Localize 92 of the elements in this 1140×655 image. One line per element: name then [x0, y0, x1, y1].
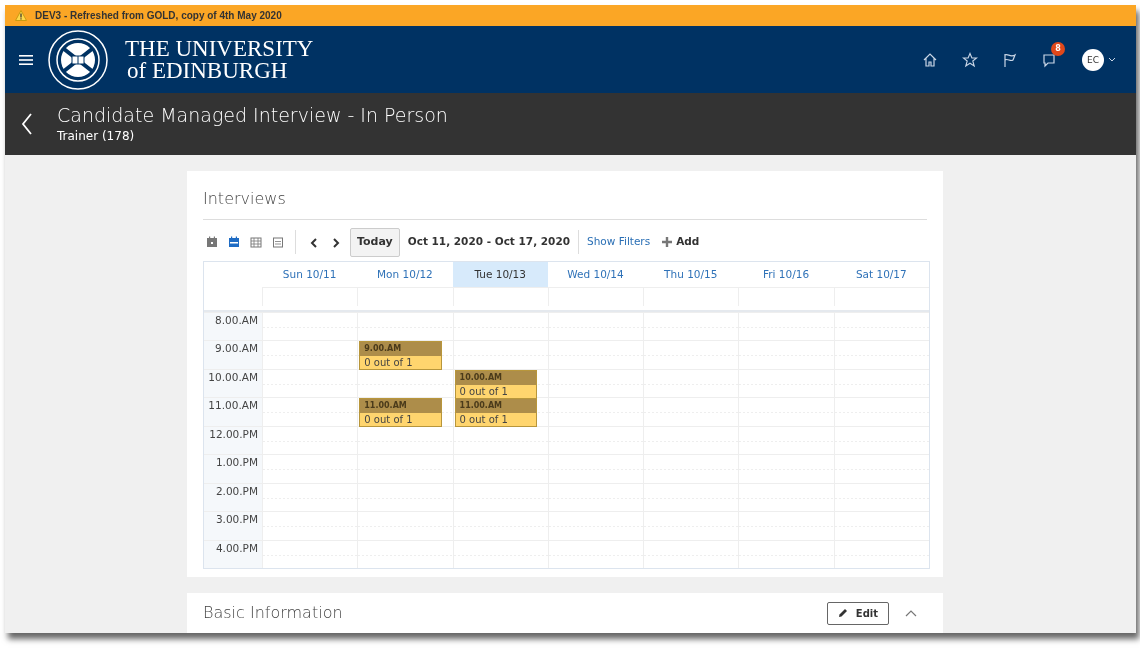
calendar-cell[interactable]: 9.00.AM 0 out of 1: [357, 340, 453, 369]
slot-capacity: 0 out of 1: [455, 413, 536, 426]
calendar-cell[interactable]: [262, 340, 358, 369]
calendar-cell[interactable]: [643, 311, 739, 340]
calendar-cell[interactable]: [738, 539, 834, 568]
day-header[interactable]: Mon 10/12: [357, 261, 453, 287]
show-filters-link[interactable]: Show Filters: [587, 234, 651, 251]
calendar-cell[interactable]: [357, 368, 453, 397]
menu-icon[interactable]: [19, 53, 33, 66]
flag-icon[interactable]: [1002, 51, 1018, 68]
slot-time: 11.00.AM: [455, 399, 536, 413]
calendar-icon: [250, 236, 262, 249]
list-icon: [272, 236, 284, 249]
day-header[interactable]: Wed 10/14: [547, 261, 644, 287]
slot-time: 11.00.AM: [360, 399, 441, 413]
time-label: 11.00.AM: [204, 397, 262, 426]
calendar-cell[interactable]: [452, 340, 548, 369]
notification-badge: 8: [1051, 41, 1065, 56]
calendar-cell[interactable]: [738, 311, 834, 340]
time-label: 1.00.PM: [204, 454, 262, 483]
calendar-cell[interactable]: 11.00.AM 0 out of 1: [357, 397, 453, 426]
interview-slot[interactable]: 11.00.AM 0 out of 1: [454, 398, 537, 427]
calendar-cell[interactable]: [452, 539, 548, 568]
calendar-cell[interactable]: [833, 454, 929, 483]
warning-icon: [15, 10, 27, 22]
chevron-up-icon[interactable]: [905, 609, 917, 617]
calendar-cell[interactable]: [357, 539, 453, 568]
calendar-cell[interactable]: [262, 539, 358, 568]
chat-icon[interactable]: [1042, 52, 1058, 69]
calendar-cell[interactable]: [357, 425, 453, 454]
calendar-icon: [228, 236, 240, 249]
calendar-cell[interactable]: [833, 511, 929, 540]
caret-icon[interactable]: [1108, 57, 1116, 63]
calendar-cell[interactable]: [643, 539, 739, 568]
calendar-cell[interactable]: [833, 539, 929, 568]
calendar-cell[interactable]: [262, 425, 358, 454]
calendar-cell[interactable]: [833, 340, 929, 369]
calendar-cell[interactable]: [547, 311, 644, 340]
add-button[interactable]: Add: [662, 234, 700, 251]
interview-slot[interactable]: 10.00.AM 0 out of 1: [454, 369, 537, 399]
time-label: 4.00.PM: [204, 539, 262, 568]
time-label: 3.00.PM: [204, 511, 262, 540]
home-icon[interactable]: [922, 52, 938, 68]
slot-time: 9.00.AM: [360, 342, 441, 356]
time-label: 9.00.AM: [204, 340, 262, 369]
slot-capacity: 0 out of 1: [360, 413, 441, 426]
calendar-icon: [206, 236, 218, 249]
interview-slot[interactable]: 11.00.AM 0 out of 1: [359, 398, 442, 427]
logo-text: of EDINBURGH: [126, 59, 289, 82]
date-range: Oct 11, 2020 - Oct 17, 2020: [407, 234, 570, 250]
calendar-cell[interactable]: [262, 397, 358, 426]
calendar-cell[interactable]: [833, 368, 929, 397]
calendar-cell[interactable]: [262, 311, 358, 340]
time-label: 10.00.AM: [204, 368, 262, 397]
chevron-left-icon: [310, 238, 317, 248]
calendar-cell[interactable]: [452, 425, 548, 454]
calendar-cell[interactable]: [833, 311, 929, 340]
slot-time: 10.00.AM: [455, 370, 536, 385]
calendar-cell[interactable]: [833, 482, 929, 511]
star-icon[interactable]: [962, 51, 978, 68]
banner-text: DEV3 - Refreshed from GOLD, copy of 4th May 2020: [35, 10, 282, 22]
time-label: 12.00.PM: [204, 425, 262, 454]
calendar-cell[interactable]: [833, 425, 929, 454]
pencil-icon: [837, 608, 848, 618]
page-title: Candidate Managed Interview - In Person: [57, 103, 448, 127]
calendar-cell[interactable]: 11.00.AM 0 out of 1: [452, 397, 548, 426]
calendar-cell[interactable]: [833, 397, 929, 426]
day-header[interactable]: Tue 10/13: [452, 261, 548, 287]
page-subtitle: Trainer (178): [57, 128, 136, 145]
calendar-cell[interactable]: [547, 539, 644, 568]
calendar-view-button[interactable]: [247, 236, 265, 249]
calendar-cell[interactable]: [452, 311, 548, 340]
day-header[interactable]: Fri 10/16: [738, 261, 834, 287]
slot-capacity: 0 out of 1: [360, 356, 441, 369]
time-label: 2.00.PM: [204, 482, 262, 511]
edit-button[interactable]: Edit: [826, 601, 889, 625]
today-button[interactable]: Today: [350, 228, 400, 257]
section-title: Basic Information: [203, 602, 343, 624]
time-label: 8.00.AM: [204, 311, 262, 340]
section-title: Interviews: [203, 189, 286, 208]
interview-slot[interactable]: 9.00.AM 0 out of 1: [359, 341, 442, 370]
day-header[interactable]: Sun 10/11: [262, 261, 358, 287]
plus-icon: [662, 237, 673, 248]
user-avatar[interactable]: EC: [1082, 48, 1104, 71]
day-header[interactable]: Thu 10/15: [643, 261, 739, 287]
calendar-cell[interactable]: 10.00.AM 0 out of 1: [452, 368, 548, 397]
calendar-cell[interactable]: [262, 368, 358, 397]
logo-text: THE UNIVERSITY: [125, 37, 314, 60]
day-header[interactable]: Sat 10/17: [833, 261, 929, 287]
back-icon[interactable]: [21, 113, 33, 135]
chevron-right-icon: [333, 238, 340, 248]
calendar-cell[interactable]: [357, 311, 453, 340]
